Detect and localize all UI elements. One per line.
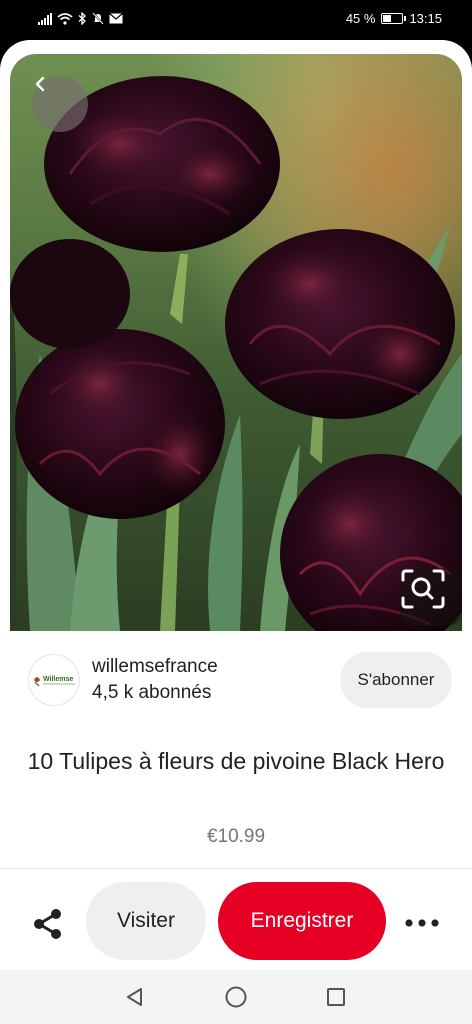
follower-count: 4,5 k abonnés (92, 682, 212, 703)
circle-home-icon (225, 986, 247, 1008)
bluetooth-icon (78, 11, 87, 28)
battery-text: 45 % (345, 11, 376, 26)
triangle-back-icon (127, 988, 142, 1006)
tulip-illustration (10, 76, 462, 631)
nav-back-button[interactable] (122, 984, 148, 1010)
pin-image[interactable] (10, 54, 462, 631)
pin-closeup-card: Willemse willemsefrance 4,5 k abonnés S'… (0, 40, 472, 970)
mute-icon (92, 12, 104, 28)
share-button[interactable] (28, 904, 68, 944)
creator-name[interactable]: willemsefrance (92, 656, 218, 678)
battery-fill (383, 15, 392, 22)
willemse-logo: Willemse (34, 676, 75, 687)
pin-price: €10.99 (206, 826, 266, 847)
system-nav-bar (0, 970, 472, 1024)
follow-button[interactable]: S'abonner (340, 652, 452, 708)
share-icon (34, 909, 61, 939)
chevron-left-icon (35, 76, 45, 92)
action-bar: Visiter Enregistrer (0, 880, 472, 960)
status-icons (38, 11, 123, 28)
signal-icon (38, 12, 52, 28)
creator-avatar[interactable]: Willemse (28, 654, 80, 706)
mail-icon (109, 13, 123, 27)
visit-button[interactable]: Visiter (86, 882, 206, 960)
clock: 13:15 (409, 11, 442, 26)
lens-search-icon (401, 569, 445, 609)
battery-icon (381, 13, 407, 24)
status-bar: 45 % 13:15 (0, 0, 472, 40)
status-right: 45 % 13:15 (346, 11, 442, 26)
save-button[interactable]: Enregistrer (218, 882, 386, 960)
back-button[interactable] (32, 76, 88, 132)
nav-recents-button[interactable] (323, 984, 349, 1010)
svg-text:Willemse: Willemse (43, 676, 73, 683)
more-dots-icon (405, 919, 439, 927)
pin-title: 10 Tulipes à fleurs de pivoine Black Her… (27, 748, 445, 774)
visual-search-button[interactable] (400, 568, 462, 626)
creator-row: Willemse willemsefrance 4,5 k abonnés S'… (28, 652, 452, 710)
wifi-icon (57, 12, 73, 28)
square-recents-icon (327, 988, 345, 1006)
nav-home-button[interactable] (223, 984, 249, 1010)
more-options-button[interactable] (402, 906, 442, 940)
divider (0, 868, 472, 869)
